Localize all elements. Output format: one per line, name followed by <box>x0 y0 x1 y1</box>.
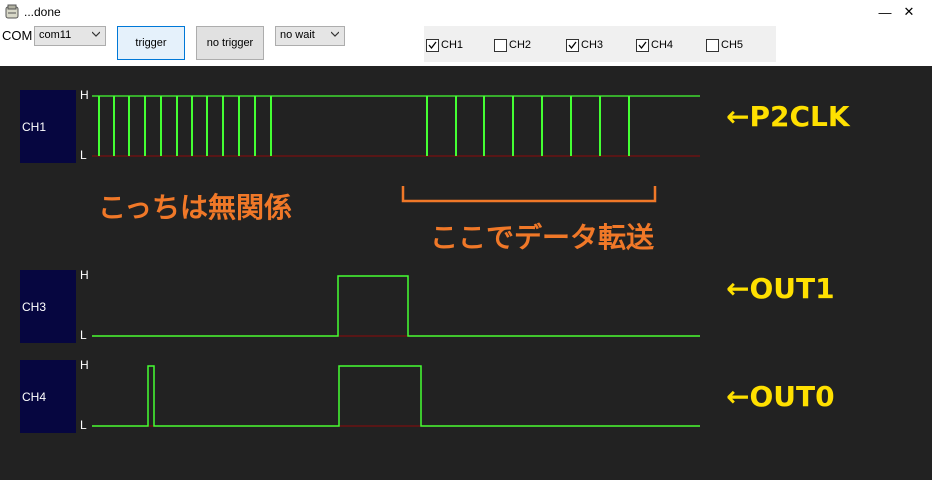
checkmark-icon <box>428 41 437 49</box>
checkbox-ch5[interactable]: CH5 <box>706 38 743 52</box>
chevron-down-icon <box>331 31 339 37</box>
checkbox-label: CH2 <box>509 39 532 51</box>
checkmark-icon <box>638 41 647 49</box>
close-icon: ✕ <box>903 4 915 19</box>
checkbox-label: CH3 <box>581 39 604 51</box>
checkbox-box[interactable] <box>636 38 649 52</box>
checkbox-ch2[interactable]: CH2 <box>494 38 531 52</box>
no-trigger-button-label: no trigger <box>206 37 254 49</box>
channel-checkbox-panel: CH1 CH2 CH3 CH4 CH5 <box>424 26 776 62</box>
out0-annotation: ←OUT0 <box>726 380 835 413</box>
transfer-bracket <box>401 186 657 203</box>
wait-select-value: no wait <box>280 29 315 41</box>
checkbox-ch4[interactable]: CH4 <box>636 38 673 52</box>
port-select-value: com11 <box>39 29 72 41</box>
out1-annotation: ←OUT1 <box>726 272 835 305</box>
checkmark-icon <box>568 41 577 49</box>
p2clk-annotation: ←P2CLK <box>726 100 850 133</box>
checkbox-ch3[interactable]: CH3 <box>566 38 603 52</box>
com-label: COM <box>2 28 33 43</box>
trigger-button-label: trigger <box>135 37 167 49</box>
checkbox-box[interactable] <box>566 38 579 52</box>
close-button[interactable]: ✕ <box>886 0 932 24</box>
checkbox-label: CH5 <box>721 39 744 51</box>
chevron-down-icon <box>92 31 100 37</box>
checkbox-box[interactable] <box>706 38 719 52</box>
scope-display: CH1 CH3 CH4 H L H L H L ←P2CLK ←OUT1 ←OU… <box>0 66 932 480</box>
ch4-trace <box>92 365 700 427</box>
window-title: ...done <box>24 5 61 19</box>
checkbox-ch1[interactable]: CH1 <box>426 38 463 52</box>
checkbox-box[interactable] <box>494 38 507 52</box>
data-transfer-annotation: ここでデータ転送 <box>430 221 655 254</box>
unrelated-annotation: こっちは無関係 <box>98 191 293 224</box>
no-trigger-button[interactable]: no trigger <box>196 26 264 60</box>
checkbox-label: CH4 <box>651 39 674 51</box>
trigger-button[interactable]: trigger <box>117 26 185 60</box>
app-icon <box>5 4 19 19</box>
ch1-clock-pulses <box>98 96 630 156</box>
checkbox-box[interactable] <box>426 38 439 52</box>
port-select[interactable]: com11 <box>34 26 106 46</box>
checkbox-label: CH1 <box>441 39 464 51</box>
ch3-trace <box>92 275 700 337</box>
wait-select[interactable]: no wait <box>275 26 345 46</box>
title-bar: ...done — ✕ <box>0 0 932 24</box>
